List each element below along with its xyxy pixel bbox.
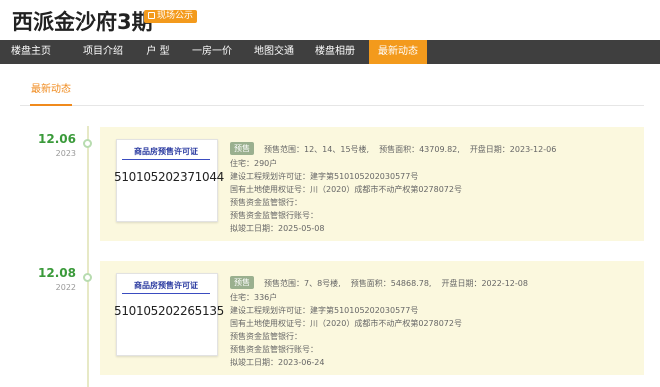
detail-bank-account: 预售资金监管银行账号： <box>230 345 318 354</box>
presale-tag: 预售 <box>230 276 254 289</box>
nav-item-map[interactable]: 地图交通 <box>247 40 301 64</box>
nav-item-news[interactable]: 最新动态 <box>369 40 427 64</box>
open-date: 开盘日期：2022-12-08 <box>441 279 528 288</box>
page-header: 西派金沙府3期 现场公示 <box>0 0 660 40</box>
cert-underline <box>122 293 210 294</box>
detail-planning-permit: 建设工程规划许可证：建字第510105202030577号 <box>230 306 419 315</box>
timeline-year: 2022 <box>55 283 76 292</box>
nav-item-price[interactable]: 一房一价 <box>186 40 238 64</box>
cert-number: 510105202265135 <box>114 304 225 318</box>
permit-certificate[interactable]: 商品房预售许可证 510105202371044 <box>114 139 225 222</box>
detail-completion-date: 拟竣工日期：2023-06-24 <box>230 358 325 367</box>
permit-summary: 预售范围：7、8号楼, 预售面积：54868.78, 开盘日期：2022-12-08 <box>264 278 528 289</box>
tab-latest-news[interactable]: 最新动态 <box>30 77 72 106</box>
presale-range: 预售范围：7、8号楼, <box>264 279 341 288</box>
timeline-date: 12.08 <box>38 266 76 280</box>
subtab-bar: 最新动态 <box>20 77 644 106</box>
presale-range: 预售范围：12、14、15号楼, <box>264 145 370 154</box>
timeline-dot <box>83 273 92 282</box>
page-title: 西派金沙府3期 <box>12 10 153 34</box>
main-nav: 楼盘主页 项目介绍 户 型 一房一价 地图交通 楼盘相册 最新动态 <box>0 40 660 64</box>
nav-item-home[interactable]: 楼盘主页 <box>0 40 62 64</box>
live-badge-label: 现场公示 <box>157 11 194 21</box>
permit-summary: 预售范围：12、14、15号楼, 预售面积：43709.82, 开盘日期：2023-… <box>264 144 556 155</box>
cert-title: 商品房预售许可证 <box>134 281 198 290</box>
detail-bank: 预售资金监管银行： <box>230 332 302 341</box>
cert-title: 商品房预售许可证 <box>134 147 198 156</box>
cert-underline <box>122 159 210 160</box>
open-date: 开盘日期：2023-12-06 <box>469 145 557 154</box>
permit-certificate[interactable]: 商品房预售许可证 510105202265135 <box>114 273 225 356</box>
detail-planning-permit: 建设工程规划许可证：建字第510105202030577号 <box>230 172 419 181</box>
detail-land-cert: 国有土地使用权证号：川（2020）成都市不动产权第0278072号 <box>230 319 462 328</box>
cert-number: 510105202371044 <box>114 170 225 184</box>
detail-completion-date: 拟竣工日期：2025-05-08 <box>230 224 325 233</box>
timeline-dot <box>83 139 92 148</box>
nav-item-intro[interactable]: 项目介绍 <box>72 40 134 64</box>
nav-item-layout[interactable]: 户 型 <box>136 40 180 64</box>
presale-area: 预售面积：43709.82, <box>379 145 460 154</box>
permit-card: 商品房预售许可证 510105202371044 预售 预售范围：12、14、1… <box>100 127 644 241</box>
timeline-date: 12.06 <box>38 132 76 146</box>
timeline-year: 2023 <box>55 149 76 158</box>
presale-tag: 预售 <box>230 142 254 155</box>
detail-bank-account: 预售资金监管银行账号： <box>230 211 318 220</box>
detail-households: 住宅：290户 <box>230 159 278 168</box>
presale-area: 预售面积：54868.78, <box>350 279 432 288</box>
detail-land-cert: 国有土地使用权证号：川（2020）成都市不动产权第0278072号 <box>230 185 462 194</box>
nav-item-album[interactable]: 楼盘相册 <box>308 40 362 64</box>
camera-icon <box>148 12 155 19</box>
detail-households: 住宅：336户 <box>230 293 278 302</box>
permit-card: 商品房预售许可证 510105202265135 预售 预售范围：7、8号楼, 预… <box>100 261 644 375</box>
live-badge[interactable]: 现场公示 <box>144 10 198 23</box>
detail-bank: 预售资金监管银行： <box>230 198 302 207</box>
timeline-line <box>87 126 89 387</box>
